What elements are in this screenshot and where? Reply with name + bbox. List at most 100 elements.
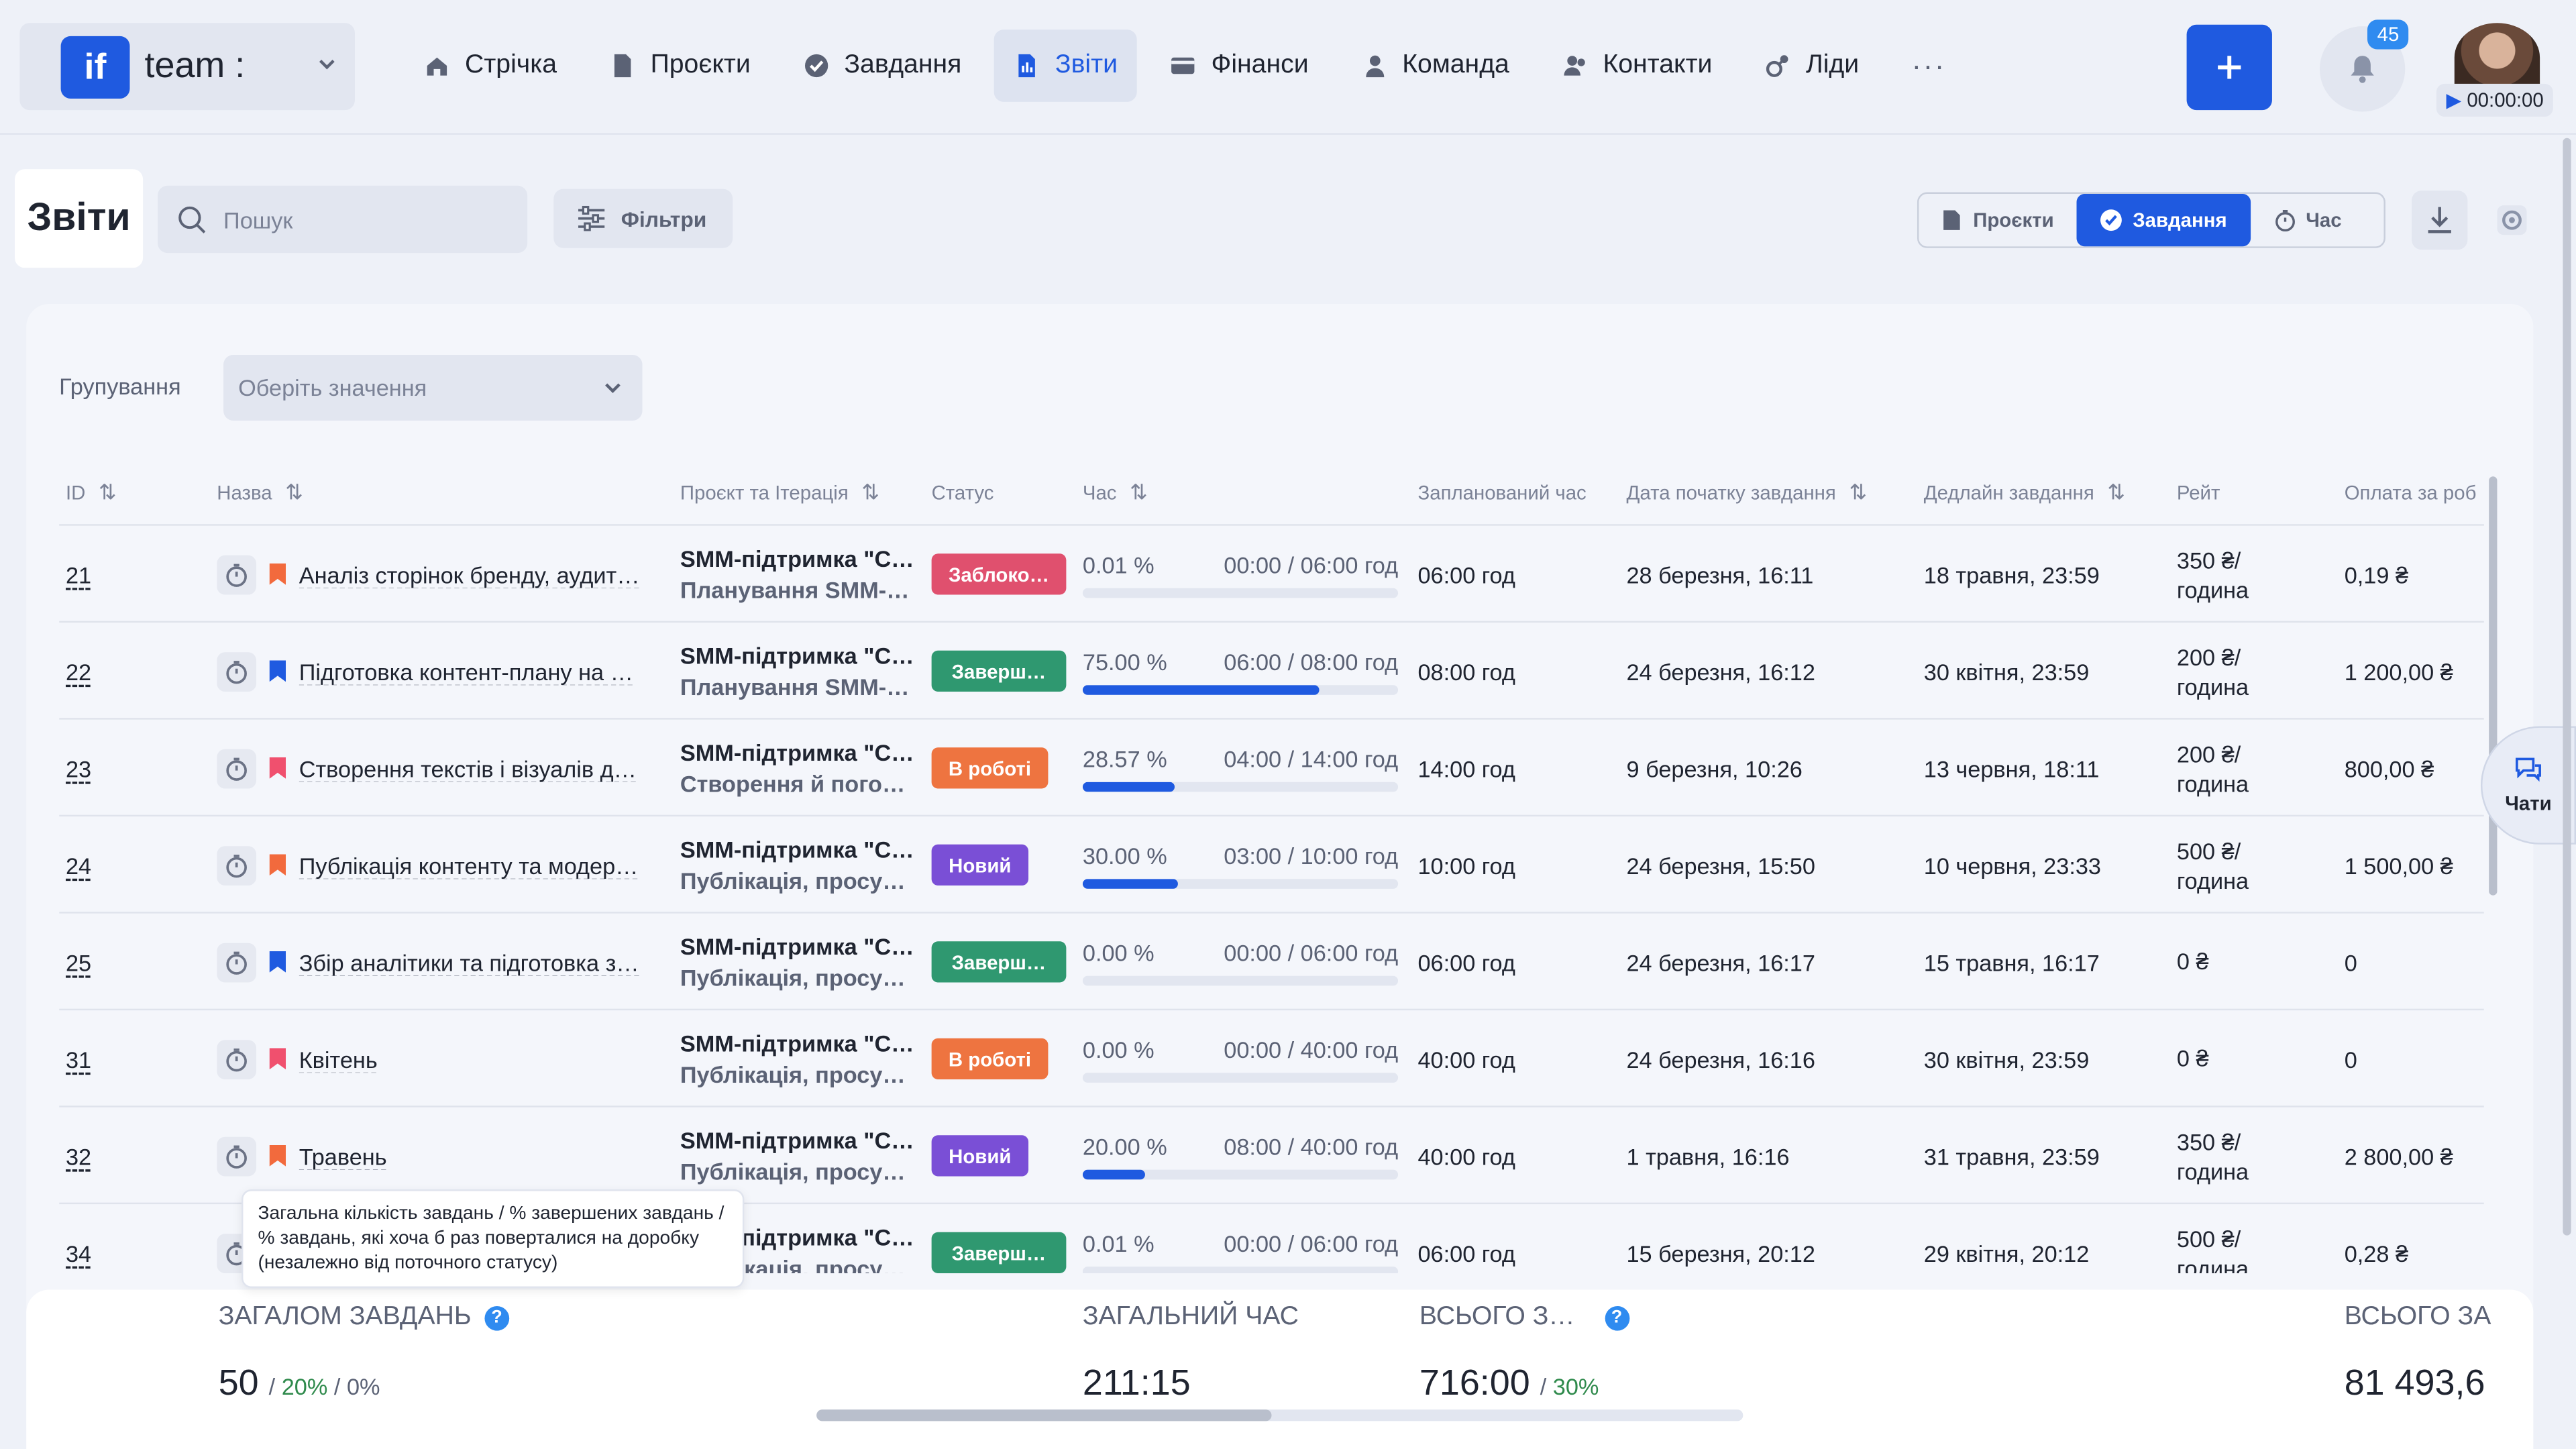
stopwatch-icon[interactable] [217, 554, 257, 594]
time-spent-planned: 08:00 / 40:00 год [1224, 1132, 1399, 1159]
task-id-link[interactable]: 32 [66, 1142, 91, 1169]
stopwatch-icon[interactable] [217, 1038, 257, 1079]
table-row[interactable]: 22 Підготовка контент-плану на … SMM-під… [59, 623, 2484, 720]
iteration-name[interactable]: Планування SMM-… [680, 674, 910, 700]
status-badge[interactable]: Новий [931, 844, 1029, 886]
column-header-deadline[interactable]: Дедлайн завдання ⇅ [1924, 460, 2125, 526]
cell-start-date: 28 березня, 16:11 [1626, 561, 1814, 588]
app-logo: if [60, 36, 130, 99]
download-button[interactable] [2412, 191, 2468, 250]
status-badge[interactable]: Заверш… [931, 941, 1067, 983]
tab-time[interactable]: Час [2250, 194, 2365, 246]
nav-item-tasks[interactable]: Завдання [784, 30, 981, 102]
status-badge[interactable]: В роботі [931, 747, 1049, 789]
tab-projects[interactable]: Проєкти [1919, 194, 2077, 246]
nav-item-finance[interactable]: Фінанси [1150, 30, 1328, 102]
table-scrollbar-thumb[interactable] [2489, 476, 2498, 896]
task-id-link[interactable]: 34 [66, 1240, 91, 1266]
settings-button[interactable] [2487, 191, 2536, 250]
status-badge[interactable]: Заверш… [931, 650, 1067, 692]
table-row[interactable]: 24 Публікація контенту та модер… SMM-під… [59, 816, 2484, 914]
summary-value: 211:15 [1082, 1362, 1191, 1403]
page-scrollbar[interactable] [2561, 135, 2575, 1449]
column-header-name[interactable]: Назва ⇅ [217, 460, 303, 526]
stopwatch-icon[interactable] [217, 748, 257, 788]
nav-item-contacts[interactable]: Контакти [1542, 30, 1732, 102]
column-header-label: Статус [931, 481, 994, 504]
stopwatch-icon[interactable] [217, 651, 257, 691]
project-name[interactable]: SMM-підтримка "С… [680, 1127, 914, 1153]
task-name-link[interactable]: Публікація контенту та модер… [299, 852, 657, 878]
stopwatch-icon[interactable] [217, 942, 257, 982]
table-row[interactable]: 31 Квітень SMM-підтримка "С… Публікація,… [59, 1010, 2484, 1108]
table-row[interactable]: 25 Збір аналітики та підготовка з… SMM-п… [59, 914, 2484, 1011]
task-name-link[interactable]: Створення текстів і візуалів д… [299, 755, 657, 781]
horizontal-scrollbar-thumb[interactable] [816, 1409, 1272, 1421]
project-name[interactable]: SMM-підтримка "С… [680, 837, 914, 863]
task-name-link[interactable]: Травень [299, 1142, 657, 1169]
project-name[interactable]: SMM-підтримка "С… [680, 933, 914, 959]
filters-button[interactable]: Фільтри [553, 189, 733, 248]
cell-planned: 40:00 год [1417, 1142, 1515, 1169]
status-badge[interactable]: Заверш… [931, 1232, 1067, 1273]
iteration-name[interactable]: Планування SMM-… [680, 577, 910, 603]
task-name-link[interactable]: Збір аналітики та підготовка з… [299, 949, 657, 975]
iteration-name[interactable]: Публікація, просу… [680, 1061, 906, 1087]
search-input[interactable] [223, 206, 486, 233]
iteration-name[interactable]: Публікація, просу… [680, 965, 906, 991]
horizontal-scrollbar[interactable] [816, 1409, 1743, 1421]
tab-tasks[interactable]: Завдання [2076, 193, 2250, 247]
time-tracker[interactable]: ▶ 00:00:00 [2436, 83, 2554, 117]
task-id-link[interactable]: 22 [66, 658, 91, 684]
project-name[interactable]: SMM-підтримка "С… [680, 739, 914, 765]
project-name[interactable]: SMM-підтримка "С… [680, 1030, 914, 1057]
nav-item-feed[interactable]: Стрічка [404, 30, 576, 102]
workspace-switcher[interactable]: if team : [19, 23, 355, 111]
task-name-link[interactable]: Підготовка контент-плану на … [299, 658, 657, 684]
stopwatch-icon[interactable] [217, 845, 257, 885]
grouping-select[interactable]: Оберіть значення [223, 354, 643, 421]
stopwatch-icon[interactable] [217, 1136, 257, 1176]
column-header-project[interactable]: Проєкт та Ітерація ⇅ [680, 460, 879, 526]
task-id-link[interactable]: 31 [66, 1046, 91, 1072]
totals-summary: ЗАГАЛОМ ЗАВДАНЬ ? 50 / 20% / 0% ЗАГАЛЬНИ… [26, 1289, 2534, 1449]
status-badge[interactable]: В роботі [931, 1038, 1049, 1079]
search-box[interactable] [158, 185, 528, 254]
nav-item-leads[interactable]: Ліди [1745, 30, 1878, 102]
iteration-name[interactable]: Створення й пого… [680, 771, 905, 797]
help-icon[interactable]: ? [484, 1305, 509, 1330]
sort-icon: ⇅ [98, 480, 117, 504]
task-id-link[interactable]: 23 [66, 755, 91, 781]
task-id-link[interactable]: 24 [66, 852, 91, 878]
cell-time: 0.00 % 00:00 / 06:00 год [1082, 914, 1405, 1010]
task-name-link[interactable]: Аналіз сторінок бренду, аудит… [299, 561, 657, 587]
create-new-button[interactable] [2186, 24, 2272, 111]
project-name[interactable]: SMM-підтримка "С… [680, 643, 914, 669]
nav-item-team[interactable]: Команда [1342, 30, 1529, 102]
bookmark-icon [269, 854, 286, 876]
iteration-name[interactable]: Публікація, просу… [680, 1159, 906, 1185]
rate-unit: година [2176, 576, 2249, 602]
project-name[interactable]: SMM-підтримка "С… [680, 545, 914, 572]
column-header-start[interactable]: Дата початку завдання ⇅ [1626, 460, 1867, 526]
column-header-time[interactable]: Час ⇅ [1083, 460, 1148, 526]
iteration-name[interactable]: Публікація, просу… [680, 867, 906, 894]
nav-more-button[interactable]: ··· [1892, 30, 1966, 102]
cell-payment: 0,28 ₴ [2344, 1239, 2409, 1266]
table-row[interactable]: 21 Аналіз сторінок бренду, аудит… SMM-пі… [59, 526, 2484, 623]
status-badge[interactable]: Новий [931, 1135, 1029, 1177]
cell-status: Заверш… [931, 623, 1079, 719]
task-id-link[interactable]: 21 [66, 561, 91, 587]
status-badge[interactable]: Заблоко… [931, 553, 1067, 595]
task-id-link[interactable]: 25 [66, 949, 91, 975]
avatar[interactable] [2454, 23, 2540, 93]
cell-payment: 0,19 ₴ [2344, 561, 2409, 588]
help-icon[interactable]: ? [1604, 1305, 1629, 1330]
nav-item-reports[interactable]: Звіти [994, 30, 1138, 102]
nav-item-projects[interactable]: Проєкти [590, 30, 770, 102]
page-scrollbar-thumb[interactable] [2563, 138, 2571, 1236]
column-header-id[interactable]: ID ⇅ [66, 460, 117, 526]
table-row[interactable]: 23 Створення текстів і візуалів д… SMM-п… [59, 720, 2484, 817]
rate-unit: година [2176, 866, 2249, 894]
task-name-link[interactable]: Квітень [299, 1046, 657, 1072]
